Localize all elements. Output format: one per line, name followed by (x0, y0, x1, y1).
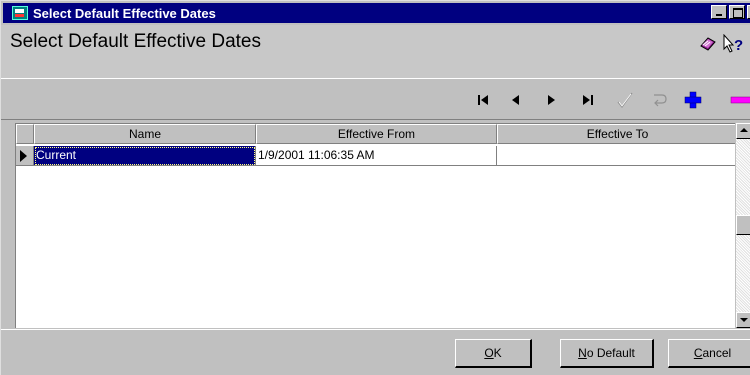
page-title: Select Default Effective Dates (10, 31, 261, 52)
table-row[interactable]: Current 1/9/2001 11:06:35 AM (16, 146, 738, 166)
scroll-thumb[interactable] (736, 215, 750, 235)
scroll-down-button[interactable] (736, 312, 750, 328)
button-bar: OK No Default Cancel (1, 329, 750, 375)
first-record-icon (478, 95, 488, 105)
post-button[interactable] (615, 91, 635, 109)
minimize-button[interactable] (711, 5, 727, 19)
cell-effective-to[interactable] (497, 146, 738, 166)
row-indicator[interactable] (16, 146, 34, 166)
column-header-effective-from[interactable]: Effective From (256, 124, 497, 144)
delete-minus-icon (730, 96, 750, 104)
window-controls: ✕ (711, 5, 750, 19)
book-icon[interactable] (699, 36, 716, 51)
ok-button[interactable]: OK (455, 339, 532, 368)
cell-effective-from[interactable]: 1/9/2001 11:06:35 AM (256, 146, 497, 166)
column-header-name[interactable]: Name (34, 124, 256, 144)
dialog-window: Select Default Effective Dates ✕ Select … (0, 0, 750, 375)
last-record-icon (583, 95, 593, 105)
last-record-button[interactable] (580, 91, 596, 109)
grid-header: Name Effective From Effective To (16, 124, 738, 144)
app-icon[interactable] (12, 6, 28, 20)
delete-button[interactable] (729, 91, 750, 109)
column-header-effective-to[interactable]: Effective To (497, 124, 738, 144)
next-record-button[interactable] (544, 91, 560, 109)
window-title: Select Default Effective Dates (33, 5, 216, 21)
cancel-button[interactable]: Cancel (668, 339, 750, 368)
first-record-button[interactable] (475, 91, 491, 109)
svg-text:?: ? (734, 37, 743, 54)
cell-name[interactable]: Current (34, 146, 256, 166)
previous-record-button[interactable] (507, 91, 523, 109)
header-band: Select Default Effective Dates ? (1, 25, 750, 78)
previous-record-icon (512, 95, 519, 105)
navigator-toolbar (1, 78, 750, 120)
current-row-arrow-icon (20, 150, 27, 162)
data-grid[interactable]: Name Effective From Effective To Current… (15, 123, 750, 328)
cancel-edit-icon (654, 94, 667, 107)
insert-plus-icon (684, 91, 702, 109)
row-selector-header (16, 124, 34, 144)
maximize-button[interactable] (729, 5, 745, 19)
title-bar[interactable]: Select Default Effective Dates ✕ (3, 3, 750, 23)
scroll-up-button[interactable] (736, 123, 750, 139)
vertical-scrollbar[interactable] (735, 123, 750, 328)
post-checkmark-icon (617, 92, 633, 108)
cancel-edit-button[interactable] (649, 91, 669, 109)
next-record-icon (548, 95, 555, 105)
no-default-button[interactable]: No Default (560, 339, 654, 368)
whats-this-help-icon[interactable]: ? (723, 34, 745, 54)
insert-button[interactable] (683, 91, 703, 109)
